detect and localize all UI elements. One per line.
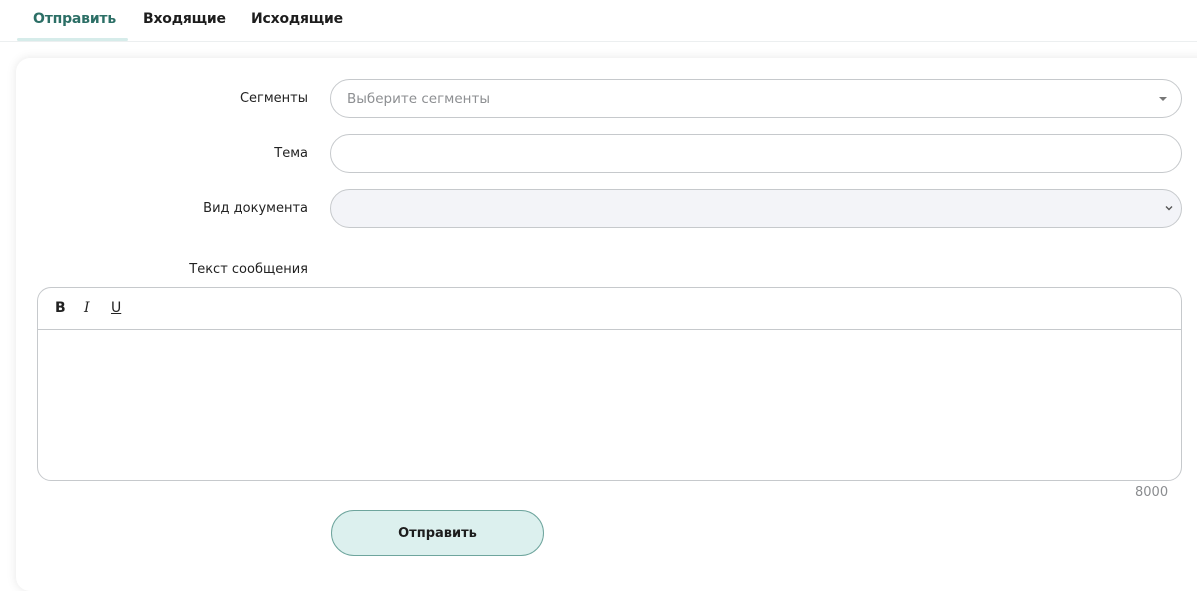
subject-input[interactable] bbox=[330, 134, 1182, 173]
italic-button[interactable]: I bbox=[84, 300, 90, 316]
message-label: Текст сообщения bbox=[189, 262, 308, 277]
caret-down-icon bbox=[1159, 97, 1167, 101]
doc-type-select[interactable] bbox=[330, 189, 1182, 228]
segments-select[interactable]: Выберите сегменты bbox=[330, 79, 1182, 118]
bold-button[interactable]: B bbox=[55, 300, 66, 316]
tab-outbox[interactable]: Исходящие bbox=[251, 11, 343, 27]
editor-toolbar: B I U bbox=[38, 288, 1181, 330]
segments-placeholder: Выберите сегменты bbox=[347, 91, 491, 107]
tab-inbox[interactable]: Входящие bbox=[143, 11, 226, 27]
doc-type-label: Вид документа bbox=[203, 201, 308, 216]
tab-send[interactable]: Отправить bbox=[33, 11, 116, 27]
tab-bar: Отправить Входящие Исходящие bbox=[0, 0, 1197, 42]
message-textarea[interactable] bbox=[38, 331, 1181, 481]
segments-label: Сегменты bbox=[239, 91, 308, 106]
chevron-down-icon bbox=[1165, 206, 1173, 211]
subject-label: Тема bbox=[274, 146, 308, 161]
underline-button[interactable]: U bbox=[111, 300, 121, 316]
char-counter: 8000 bbox=[1135, 485, 1169, 500]
active-tab-indicator bbox=[17, 38, 128, 41]
send-button[interactable]: Отправить bbox=[331, 510, 544, 556]
message-editor[interactable]: B I U bbox=[37, 287, 1182, 481]
